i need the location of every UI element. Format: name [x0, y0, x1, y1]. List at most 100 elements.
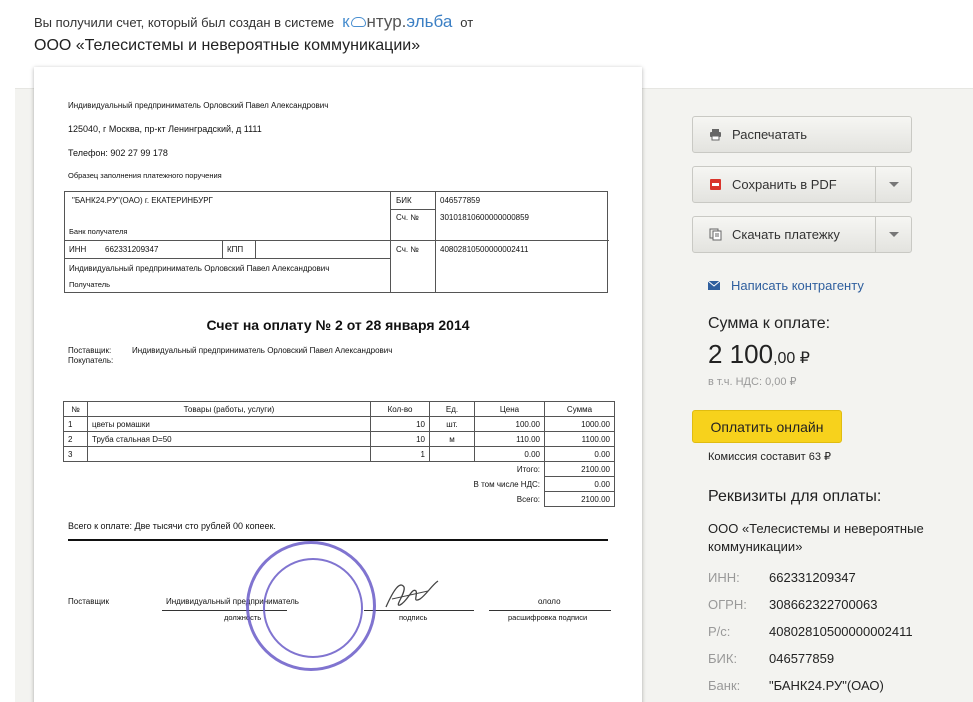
cell: шт. [429, 416, 475, 432]
requisite-key: ИНН: [708, 570, 740, 585]
requisite-value: 40802810500000002411 [769, 624, 913, 639]
invoice-document: Индивидуальный предприниматель Орловский… [34, 67, 642, 702]
total-label: Итого: [516, 464, 540, 474]
requisite-row: Банк: "БАНК24.РУ"(ОАО) [708, 678, 884, 693]
supplier-label: Поставщик: [68, 346, 112, 355]
cell: 1000.00 [544, 416, 615, 432]
cell [429, 446, 475, 462]
vat-label: В том числе НДС: [473, 479, 540, 489]
corr-value: 30101810600000000859 [440, 213, 529, 222]
print-button[interactable]: Распечатать [692, 116, 912, 153]
vat-note: в т.ч. НДС: 0,00 ₽ [708, 376, 797, 388]
logo-letter: к [342, 12, 350, 31]
corr-label: Сч. № [396, 213, 419, 222]
cell: цветы ромашки [87, 416, 371, 432]
download-options-dropdown[interactable] [875, 217, 911, 252]
inn-value: 662331209347 [105, 245, 159, 254]
separator-line [68, 539, 608, 541]
col-header: Ед. [429, 401, 475, 417]
write-contractor-label: Написать контрагенту [731, 278, 864, 293]
total-row: Итого: 2100.00 [64, 461, 615, 477]
sum-main: 2 100 [708, 339, 774, 369]
requisite-row: ОГРН: 308662322700063 [708, 597, 877, 612]
chevron-down-icon [888, 182, 899, 187]
requisite-key: Банк: [708, 678, 741, 693]
cell: 0.00 [474, 446, 545, 462]
grand-value: 2100.00 [544, 491, 615, 507]
download-payment-button[interactable]: Скачать платежку [692, 216, 912, 253]
cell: 100.00 [474, 416, 545, 432]
table-row: 3 1 0.00 0.00 [63, 446, 615, 462]
sig-name-value: ололо [538, 597, 561, 606]
intro-text: Вы получили счет, который был создан в с… [34, 14, 335, 30]
requisite-key: БИК: [708, 651, 738, 666]
seller-phone: Телефон: 902 27 99 178 [68, 148, 168, 158]
kpp-label: КПП [227, 245, 244, 254]
bank-label: Банк получателя [69, 227, 128, 236]
invoice-title: Счет на оплату № 2 от 28 января 2014 [206, 317, 470, 333]
sample-caption: Образец заполнения платежного поручения [68, 171, 222, 180]
cell: 1100.00 [544, 431, 615, 447]
pay-online-button[interactable]: Оплатить онлайн [692, 410, 842, 443]
seller-line: Индивидуальный предприниматель Орловский… [68, 101, 329, 110]
col-header: Цена [474, 401, 545, 417]
header-intro: Вы получили счет, который был создан в с… [34, 12, 473, 32]
requisite-value: "БАНК24.РУ"(ОАО) [769, 678, 884, 693]
pdf-icon [709, 178, 722, 191]
recipient-name: Индивидуальный предприниматель Орловский… [69, 264, 330, 273]
requisite-value: 308662322700063 [769, 597, 878, 612]
requisite-value: 046577859 [769, 651, 835, 666]
sig-name-label: расшифровка подписи [508, 613, 588, 622]
sum-kopecks: ,00 ₽ [773, 350, 810, 367]
company-stamp [246, 541, 376, 671]
vat-row: В том числе НДС: 0.00 [64, 476, 615, 492]
printer-icon [709, 128, 722, 141]
envelope-icon [708, 281, 720, 290]
grand-label: Всего: [516, 494, 540, 504]
write-contractor-link[interactable]: Написать контрагенту [708, 278, 864, 293]
requisites-company: ООО «Телесистемы и невероятные [708, 521, 924, 536]
print-label: Распечатать [732, 127, 808, 142]
bik-label: БИК [396, 196, 412, 205]
cell: 3 [63, 446, 88, 462]
requisite-row: Р/с: 40802810500000002411 [708, 624, 913, 639]
account-label: Сч. № [396, 245, 419, 254]
cell [87, 446, 371, 462]
cell: 1 [370, 446, 430, 462]
bank-name: "БАНК24.РУ"(ОАО) г. ЕКАТЕРИНБУРГ [72, 196, 213, 205]
items-table: № Товары (работы, услуги) Кол-во Ед. Цен… [63, 401, 615, 507]
logo-brand: эльба [406, 12, 453, 31]
col-header: Кол-во [370, 401, 430, 417]
commission-note: Комиссия составит 63 ₽ [708, 451, 832, 463]
vat-value: 0.00 [544, 476, 615, 492]
requisite-row: БИК: 046577859 [708, 651, 834, 666]
pdf-options-dropdown[interactable] [875, 167, 911, 202]
requisite-row: ИНН: 662331209347 [708, 570, 856, 585]
cell: 110.00 [474, 431, 545, 447]
requisite-key: ОГРН: [708, 597, 747, 612]
signature-scribble [385, 580, 439, 608]
save-pdf-button[interactable]: Сохранить в PDF [692, 166, 912, 203]
sig-signature-label: подпись [399, 613, 428, 622]
cell: 10 [370, 431, 430, 447]
requisites-company-line2: коммуникации» [708, 539, 803, 554]
kontur-elba-logo[interactable]: к нтур. эльба [342, 12, 452, 32]
table-row: 2 Труба стальная D=50 10 м 110.00 1100.0… [63, 431, 615, 447]
requisite-value: 662331209347 [769, 570, 856, 585]
col-header: № [63, 401, 88, 417]
cell: 2 [63, 431, 88, 447]
logo-text: нтур. [366, 12, 407, 31]
col-header: Сумма [544, 401, 615, 417]
sum-amount: 2 100,00 ₽ [708, 339, 810, 370]
document-copy-icon [709, 228, 722, 241]
chevron-down-icon [888, 232, 899, 237]
seller-address: 125040, г Москва, пр-кт Ленинградский, д… [68, 124, 262, 134]
sum-label: Сумма к оплате: [708, 315, 831, 332]
table-row: 1 цветы ромашки 10 шт. 100.00 1000.00 [63, 416, 615, 432]
recipient-label: Получатель [69, 280, 110, 289]
col-header: Товары (работы, услуги) [87, 401, 371, 417]
from-text: от [460, 14, 474, 30]
requisites-title: Реквизиты для оплаты: [708, 488, 882, 505]
save-pdf-label: Сохранить в PDF [732, 177, 837, 192]
inn-label: ИНН [69, 245, 87, 254]
